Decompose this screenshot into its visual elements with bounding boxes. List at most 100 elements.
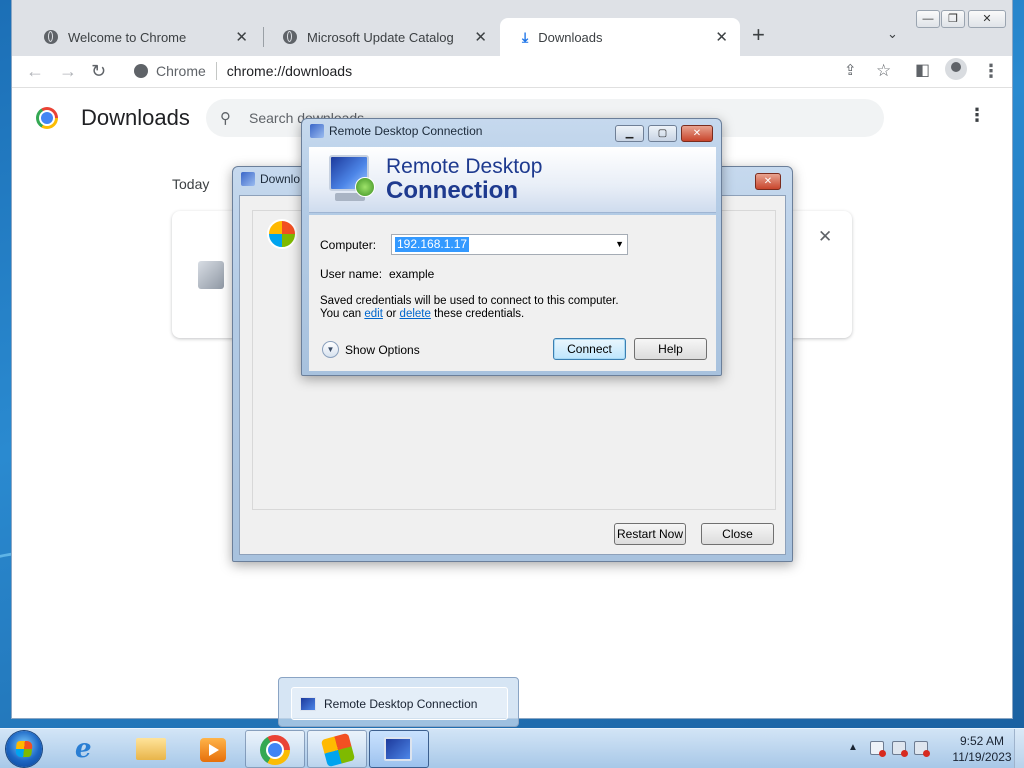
bookmark-star-icon[interactable]: ☆ xyxy=(876,60,891,82)
window-caption: Downlo xyxy=(241,172,300,186)
close-tab-icon[interactable]: ✕ xyxy=(235,28,248,46)
close-icon[interactable]: ✕ xyxy=(681,125,713,142)
clock-date: 11/19/2023 xyxy=(952,750,1012,764)
help-button[interactable]: Help xyxy=(634,338,707,360)
network-icon[interactable] xyxy=(892,741,908,757)
minimize-icon[interactable]: ▁ xyxy=(615,125,644,142)
action-center-icon[interactable] xyxy=(870,741,886,757)
omnibox-separator xyxy=(215,62,217,80)
rdp-banner: Remote Desktop Connection xyxy=(309,147,716,213)
share-icon[interactable]: ⇪ xyxy=(844,60,857,82)
file-icon xyxy=(198,261,224,289)
note-suffix: these credentials. xyxy=(434,308,525,320)
internet-explorer-icon: e xyxy=(75,734,92,764)
address-bar[interactable]: Chrome chrome://downloads xyxy=(124,57,904,85)
window-caption: Remote Desktop Connection xyxy=(310,124,482,138)
rdp-app-icon xyxy=(384,737,412,761)
dropdown-arrow-icon[interactable]: ▼ xyxy=(615,239,624,249)
taskbar-explorer[interactable] xyxy=(120,730,180,768)
delete-credentials-link[interactable]: delete xyxy=(400,308,431,320)
rdp-app-icon xyxy=(310,124,324,138)
media-player-icon xyxy=(200,738,226,762)
chrome-icon xyxy=(260,735,290,765)
update-icon xyxy=(241,172,255,186)
chrome-site-icon xyxy=(134,64,148,78)
site-chip: Chrome xyxy=(156,63,206,79)
remove-download-icon[interactable]: ✕ xyxy=(818,227,832,247)
show-hidden-icons-icon[interactable]: ▲ xyxy=(848,742,858,753)
credentials-note: Saved credentials will be used to connec… xyxy=(320,295,700,321)
tab-title: Downloads xyxy=(538,29,603,45)
rdp-app-icon xyxy=(300,696,316,711)
globe-icon xyxy=(283,30,297,44)
clock-time: 9:52 AM xyxy=(959,734,1005,748)
minimize-icon[interactable]: — xyxy=(916,10,940,28)
more-actions-icon[interactable]: ⋮ xyxy=(968,105,986,126)
close-icon[interactable]: ✕ xyxy=(755,173,781,190)
globe-icon xyxy=(44,30,58,44)
rdp-body: Computer: 192.168.1.17 ▼ User name: exam… xyxy=(309,215,716,371)
show-desktop-button[interactable] xyxy=(1014,729,1024,768)
taskbar-windows-update[interactable] xyxy=(307,730,367,768)
clock[interactable]: 9:52 AM 11/19/2023 xyxy=(942,733,1022,765)
credentials-note-line2: You can edit or delete these credentials… xyxy=(320,308,700,321)
edit-credentials-link[interactable]: edit xyxy=(364,308,383,320)
expand-chevron-icon: ▼ xyxy=(322,341,339,358)
close-tab-icon[interactable]: ✕ xyxy=(715,28,728,46)
tab-search-chevron-icon[interactable]: ⌄ xyxy=(887,26,898,42)
close-icon[interactable]: ✕ xyxy=(968,10,1006,28)
windows-logo-icon xyxy=(15,741,33,757)
back-icon[interactable]: ← xyxy=(26,60,44,82)
close-tab-icon[interactable]: ✕ xyxy=(474,28,487,46)
reload-icon[interactable]: ↻ xyxy=(91,60,106,82)
close-button[interactable]: Close xyxy=(701,523,774,545)
taskbar: e ▲ 9:52 AM 11/19/2023 xyxy=(0,728,1024,768)
tab-title: Microsoft Update Catalog xyxy=(307,29,454,45)
banner-title-line2: Connection xyxy=(386,177,518,204)
side-panel-icon[interactable]: ◧ xyxy=(915,60,930,82)
download-icon: ⤓ xyxy=(522,28,529,45)
username-label: User name: xyxy=(320,267,383,281)
chrome-logo-icon xyxy=(36,107,58,129)
tab-downloads[interactable]: ⤓ Downloads ✕ xyxy=(500,18,740,56)
windows-update-icon xyxy=(320,732,356,768)
url-text: chrome://downloads xyxy=(226,63,353,79)
windows-update-icon xyxy=(267,219,297,249)
taskbar-chrome[interactable] xyxy=(245,730,305,768)
connect-arrow-icon xyxy=(355,177,375,197)
search-icon: ⚲ xyxy=(220,110,231,127)
taskbar-media-player[interactable] xyxy=(182,730,242,768)
menu-kebab-icon[interactable]: ⋮ xyxy=(982,60,1000,82)
computer-label: Computer: xyxy=(320,238,377,252)
window-title: Downlo xyxy=(260,172,301,186)
forward-icon[interactable]: → xyxy=(59,60,77,82)
system-tray: ▲ 9:52 AM 11/19/2023 xyxy=(834,729,1024,768)
maximize-icon[interactable]: ❐ xyxy=(941,10,965,28)
rdp-dialog: Remote Desktop Connection ▁ ▢ ✕ Remote D… xyxy=(301,118,722,376)
start-button[interactable] xyxy=(6,731,42,767)
new-tab-icon[interactable]: + xyxy=(752,24,765,46)
taskbar-ie[interactable]: e xyxy=(58,730,118,768)
computer-value: 192.168.1.17 xyxy=(395,237,470,252)
note-prefix: You can xyxy=(320,308,362,320)
toolbar: ← → ↻ Chrome chrome://downloads ⇪ ☆ ◧ ⋮ xyxy=(12,56,1012,88)
tab-title: Welcome to Chrome xyxy=(68,29,187,45)
credentials-note-line1: Saved credentials will be used to connec… xyxy=(320,295,619,307)
show-options-toggle[interactable]: ▼ Show Options xyxy=(322,341,420,358)
connect-button[interactable]: Connect xyxy=(553,338,626,360)
thumbnail-item[interactable]: Remote Desktop Connection xyxy=(291,687,508,720)
banner-title-line1: Remote Desktop xyxy=(386,155,543,178)
taskbar-thumbnail[interactable]: Remote Desktop Connection xyxy=(278,677,519,727)
date-group-label: Today xyxy=(172,176,210,192)
taskbar-rdp[interactable] xyxy=(369,730,429,768)
show-options-label: Show Options xyxy=(345,342,420,357)
username-value: example xyxy=(389,267,435,281)
tab-strip: Welcome to Chrome ✕ Microsoft Update Cat… xyxy=(12,0,1012,56)
tab-update-catalog[interactable]: Microsoft Update Catalog ✕ xyxy=(261,18,499,56)
volume-icon[interactable] xyxy=(914,741,930,757)
tab-welcome[interactable]: Welcome to Chrome ✕ xyxy=(22,18,260,56)
maximize-icon[interactable]: ▢ xyxy=(648,125,677,142)
profile-avatar[interactable] xyxy=(945,58,967,80)
restart-now-button[interactable]: Restart Now xyxy=(614,523,686,545)
computer-combobox[interactable]: 192.168.1.17 ▼ xyxy=(391,234,628,255)
